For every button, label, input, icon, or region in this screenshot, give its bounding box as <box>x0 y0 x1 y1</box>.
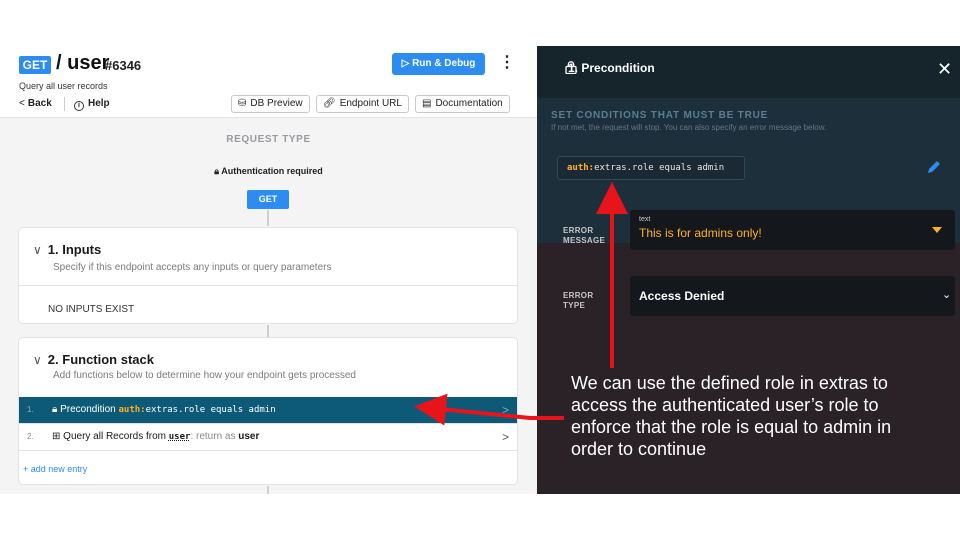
request-method-button[interactable]: GET <box>247 190 289 209</box>
chevron-down-icon: ∨ <box>33 353 42 367</box>
function-stack-title: 2. Function stack <box>47 352 154 367</box>
function-row-precondition[interactable]: 1. 🔒︎ Precondition auth:extras.role equa… <box>19 397 517 423</box>
auth-required[interactable]: 🔒︎ Authentication required <box>0 166 537 177</box>
divider <box>64 97 65 111</box>
db-preview-button[interactable]: ⛁ DB Preview <box>231 95 310 113</box>
chevron-down-icon: ⌄ <box>942 289 952 301</box>
help-label: Help <box>88 98 110 109</box>
label-line: MESSAGE <box>563 236 606 245</box>
info-icon: i <box>74 101 84 111</box>
connector-line <box>267 486 269 494</box>
inputs-description: Specify if this endpoint accepts any inp… <box>53 262 332 273</box>
documentation-button[interactable]: ▤ Documentation <box>415 95 510 113</box>
table-icon: ⊞ <box>52 431 64 442</box>
play-icon: ▷ <box>401 58 413 69</box>
error-message-label: ERROR MESSAGE <box>563 226 605 246</box>
close-icon[interactable]: ✕ <box>937 59 952 79</box>
back-link[interactable]: < Back <box>19 98 52 109</box>
error-message-value: This is for admins only! <box>639 226 762 240</box>
run-debug-button[interactable]: ▷ Run & Debug <box>392 53 485 75</box>
plus-icon: + <box>23 464 31 474</box>
back-label: Back <box>27 98 52 109</box>
lock-icon: 🔒︎ <box>52 404 61 415</box>
function-row-query[interactable]: 2. ⊞ Query all Records from user: return… <box>19 424 517 450</box>
method-badge: GET <box>19 56 51 74</box>
endpoint-header: GET / user #6346 Query all user records … <box>0 46 537 118</box>
function-name: Precondition <box>60 404 116 415</box>
inputs-title: 1. Inputs <box>47 242 102 257</box>
endpoint-description: Query all user records <box>19 81 108 91</box>
return-variable: user <box>238 431 260 442</box>
run-debug-label: Run & Debug <box>412 58 476 69</box>
error-message-field[interactable]: text This is for admins only! <box>630 210 955 250</box>
database-icon: ⛁ <box>238 98 247 109</box>
annotation-text: We can use the defined role in extras to… <box>571 373 892 459</box>
add-entry-label: add new entry <box>30 464 88 474</box>
inputs-toggle[interactable]: ∨ 1. Inputs <box>33 242 101 257</box>
no-inputs-text: NO INPUTS EXIST <box>48 304 135 315</box>
document-icon: ▤ <box>422 98 432 109</box>
function-stack-card: ∨ 2. Function stack Add functions below t… <box>18 337 518 485</box>
function-label: 🔒︎ Precondition auth:extras.role equals … <box>52 397 276 423</box>
conditions-subheading: If not met, the request will stop. You c… <box>551 123 827 132</box>
code-keyword: auth: <box>567 163 595 173</box>
link-icon: 🔗︎ <box>323 98 336 109</box>
divider <box>19 450 517 451</box>
function-label: ⊞ Query all Records from user: return as… <box>52 424 259 450</box>
label-line: ERROR <box>563 226 594 235</box>
documentation-label: Documentation <box>435 98 503 109</box>
endpoint-editor: GET / user #6346 Query all user records … <box>0 46 537 494</box>
chevron-right-icon: > <box>501 403 509 417</box>
connector-line <box>267 325 269 337</box>
pencil-icon[interactable] <box>926 159 942 175</box>
label-line: TYPE <box>563 301 586 310</box>
condition-expression[interactable]: auth:extras.role equals admin <box>557 156 745 180</box>
panel-title-text: 1. Precondition <box>568 61 655 75</box>
endpoint-url-label: Endpoint URL <box>339 98 402 109</box>
help-link[interactable]: i Help <box>74 98 110 111</box>
auth-required-label: Authentication required <box>221 166 323 176</box>
endpoint-id: #6346 <box>105 58 142 73</box>
table-name: user <box>168 432 191 442</box>
precondition-panel: 1. Precondition ✕ SET CONDITIONS THAT MU… <box>537 46 960 494</box>
endpoint-url-button[interactable]: 🔗︎ Endpoint URL <box>316 95 409 113</box>
error-type-label: ERROR TYPE <box>563 291 593 311</box>
row-number: 1. <box>27 405 34 414</box>
field-type-label: text <box>639 216 651 223</box>
code-keyword: auth: <box>118 405 146 415</box>
lock-icon <box>565 61 577 74</box>
function-name: Query all Records from <box>63 431 166 442</box>
error-type-select[interactable]: Access Denied ⌄ <box>630 276 955 316</box>
more-options-icon[interactable]: ⋮ <box>499 53 515 73</box>
chevron-left-icon: < <box>19 98 25 109</box>
db-preview-label: DB Preview <box>250 98 303 109</box>
chevron-right-icon: > <box>501 430 509 444</box>
chevron-down-icon: ∨ <box>33 243 42 257</box>
function-stack-toggle[interactable]: ∨ 2. Function stack <box>33 352 154 367</box>
conditions-heading: SET CONDITIONS THAT MUST BE TRUE <box>551 110 769 121</box>
panel-header: 1. Precondition ✕ <box>537 46 960 98</box>
connector-line <box>267 210 269 226</box>
code-rest: extras.role equals admin <box>145 405 276 415</box>
add-entry-button[interactable]: + add new entry <box>23 464 87 474</box>
route-title: / user <box>56 52 110 74</box>
divider <box>19 285 517 286</box>
code-rest: extras.role equals admin <box>594 163 725 173</box>
label-line: ERROR <box>563 291 594 300</box>
function-condition: auth:extras.role equals admin <box>118 405 275 415</box>
inputs-card: ∨ 1. Inputs Specify if this endpoint acce… <box>18 227 518 324</box>
error-type-value: Access Denied <box>639 289 725 303</box>
return-as-text: : return as <box>190 431 236 442</box>
caret-down-icon[interactable] <box>932 227 942 233</box>
row-number: 2. <box>27 432 34 441</box>
function-stack-description: Add functions below to determine how you… <box>53 370 356 381</box>
request-type-heading: REQUEST TYPE <box>226 134 311 145</box>
